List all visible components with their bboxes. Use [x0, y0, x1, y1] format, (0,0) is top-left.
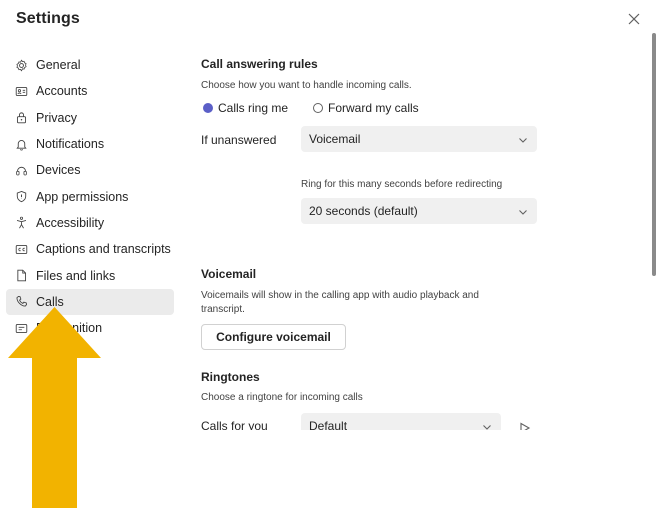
calls-settings-panel: Call answering rules Choose how you want… [201, 0, 646, 430]
sidebar-item-label: General [36, 58, 81, 73]
sidebar-item-label: Notifications [36, 137, 105, 152]
shield-icon [15, 190, 28, 203]
sidebar-item-label: Files and links [36, 268, 116, 283]
chevron-down-icon [518, 134, 528, 144]
radio-label: Calls ring me [218, 101, 289, 115]
dropdown-value: Default [309, 419, 348, 430]
accessibility-icon [15, 216, 28, 229]
devices-icon [15, 164, 28, 177]
voicemail-heading: Voicemail [201, 267, 257, 281]
sidebar-item-accounts[interactable]: Accounts [6, 78, 174, 104]
radio-calls-ring-me[interactable]: Calls ring me [203, 101, 288, 115]
radio-label: Forward my calls [328, 101, 419, 115]
if-unanswered-dropdown[interactable]: Voicemail [301, 126, 537, 152]
lock-icon [15, 111, 28, 124]
ringtones-heading: Ringtones [201, 370, 260, 384]
call-answering-heading: Call answering rules [201, 57, 318, 71]
ring-duration-dropdown[interactable]: 20 seconds (default) [301, 198, 537, 224]
if-unanswered-label: If unanswered [201, 133, 277, 147]
dropdown-value: Voicemail [309, 132, 361, 146]
calls-for-you-dropdown[interactable]: Default [301, 413, 501, 430]
sidebar-item-notifications[interactable]: Notifications [6, 131, 174, 157]
radio-selected-indicator [203, 103, 213, 113]
voicemail-description: Voicemails will show in the calling app … [201, 290, 479, 315]
sidebar-item-label: App permissions [36, 189, 129, 204]
sidebar-item-app-permissions[interactable]: App permissions [6, 183, 174, 209]
content-scrollbar[interactable] [652, 33, 656, 276]
dropdown-value: 20 seconds (default) [309, 204, 418, 218]
play-ringtone-button[interactable] [519, 421, 531, 430]
settings-sidebar: General Accounts Privacy Notifications D… [6, 52, 174, 341]
settings-title: Settings [16, 10, 80, 27]
chevron-down-icon [518, 206, 528, 216]
id-card-icon [15, 85, 28, 98]
sidebar-item-accessibility[interactable]: Accessibility [6, 210, 174, 236]
ring-duration-label: Ring for this many seconds before redire… [301, 179, 503, 190]
radio-forward-my-calls[interactable]: Forward my calls [313, 101, 419, 115]
bell-icon [15, 138, 28, 151]
ringtones-description: Choose a ringtone for incoming calls [201, 392, 363, 403]
sidebar-item-privacy[interactable]: Privacy [6, 105, 174, 131]
annotation-arrow [8, 307, 101, 508]
calls-for-you-label: Calls for you [201, 419, 268, 430]
chevron-down-icon [482, 421, 492, 430]
sidebar-item-label: Privacy [36, 110, 77, 125]
file-icon [15, 269, 28, 282]
radio-unselected-indicator [313, 103, 323, 113]
sidebar-item-label: Captions and transcripts [36, 242, 171, 257]
sidebar-item-label: Accessibility [36, 215, 105, 230]
configure-voicemail-button[interactable]: Configure voicemail [201, 324, 346, 350]
sidebar-item-label: Accounts [36, 84, 88, 99]
call-answering-description: Choose how you want to handle incoming c… [201, 80, 412, 91]
sidebar-item-files-and-links[interactable]: Files and links [6, 262, 174, 288]
gear-icon [15, 59, 28, 72]
sidebar-item-general[interactable]: General [6, 52, 174, 78]
play-icon [520, 422, 531, 430]
sidebar-item-label: Devices [36, 163, 81, 178]
captions-icon [15, 243, 28, 256]
sidebar-item-captions[interactable]: Captions and transcripts [6, 236, 174, 262]
sidebar-item-devices[interactable]: Devices [6, 157, 174, 183]
